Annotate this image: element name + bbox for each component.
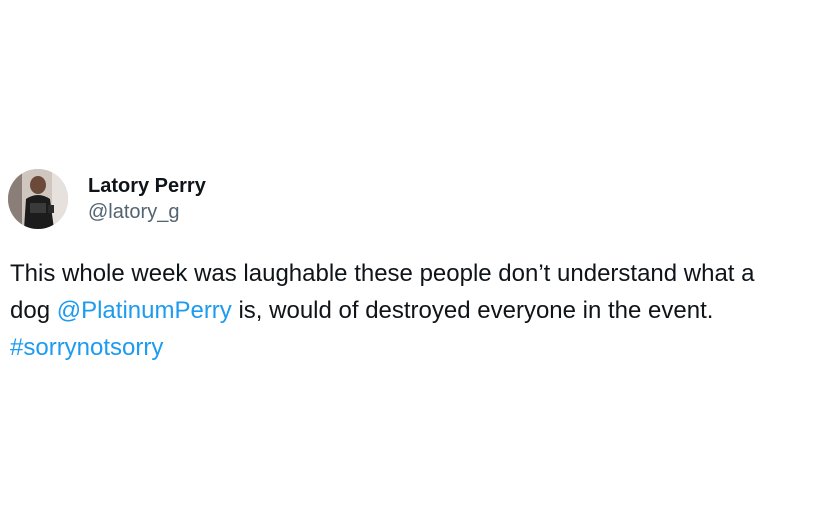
display-name[interactable]: Latory Perry [88, 173, 206, 199]
tweet-card: Latory Perry @latory_g This whole week w… [8, 168, 838, 366]
tweet-text-line1: This whole week was laughable these peop… [10, 260, 755, 287]
user-handle[interactable]: @latory_g [88, 199, 206, 225]
hashtag-link[interactable]: #sorrynotsorry [10, 334, 163, 361]
mention-link[interactable]: @PlatinumPerry [57, 297, 232, 324]
tweet-text-rest: is, would of destroyed everyone in the e… [231, 297, 714, 324]
tweet-text-dog: dog [10, 297, 57, 324]
avatar-image [8, 169, 68, 229]
avatar[interactable] [8, 169, 68, 229]
tweet-author: Latory Perry @latory_g [88, 173, 206, 225]
tweet-text: This whole week was laughable these peop… [8, 255, 838, 366]
tweet-header: Latory Perry @latory_g [8, 168, 838, 230]
